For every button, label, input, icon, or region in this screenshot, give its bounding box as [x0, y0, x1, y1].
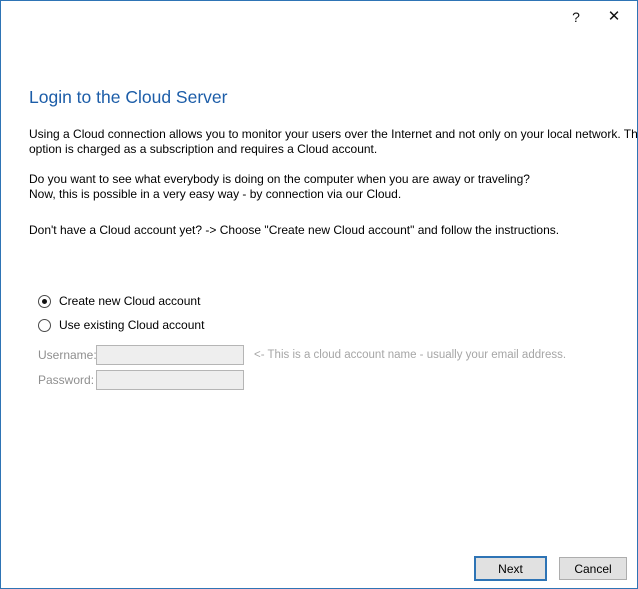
paragraph-monitoring: Do you want to see what everybody is doi… — [29, 172, 638, 202]
radio-label: Create new Cloud account — [59, 294, 200, 308]
titlebar[interactable]: ? ✕ — [1, 1, 637, 31]
radio-unselected-icon — [38, 319, 51, 332]
text-line: Do you want to see what everybody is doi… — [29, 172, 638, 187]
paragraph-create-account-hint: Don't have a Cloud account yet? -> Choos… — [29, 223, 638, 238]
text-line: Now, this is possible in a very easy way… — [29, 187, 638, 202]
username-hint: <- This is a cloud account name - usuall… — [254, 349, 566, 361]
help-icon[interactable]: ? — [563, 6, 589, 28]
text-line: Don't have a Cloud account yet? -> Choos… — [29, 223, 638, 238]
username-label: Username: — [38, 348, 96, 362]
intro-text: Using a Cloud connection allows you to m… — [29, 127, 638, 238]
radio-use-existing-account[interactable]: Use existing Cloud account — [38, 318, 204, 332]
page-title: Login to the Cloud Server — [29, 87, 227, 108]
password-label: Password: — [38, 373, 96, 387]
text-line: Using a Cloud connection allows you to m… — [29, 127, 638, 142]
password-input — [96, 370, 244, 390]
radio-label: Use existing Cloud account — [59, 318, 204, 332]
password-row: Password: — [38, 370, 244, 390]
radio-create-new-account[interactable]: Create new Cloud account — [38, 294, 204, 308]
username-input — [96, 345, 244, 365]
account-option-group: Create new Cloud account Use existing Cl… — [38, 294, 204, 342]
next-button[interactable]: Next — [474, 556, 547, 581]
cloud-login-dialog: ? ✕ Login to the Cloud Server Using a Cl… — [0, 0, 638, 589]
username-row: Username: <- This is a cloud account nam… — [38, 345, 566, 365]
close-icon[interactable]: ✕ — [601, 6, 627, 28]
paragraph-cloud-connection: Using a Cloud connection allows you to m… — [29, 127, 638, 157]
text-line: option is charged as a subscription and … — [29, 142, 638, 157]
radio-selected-icon — [38, 295, 51, 308]
cancel-button[interactable]: Cancel — [559, 557, 627, 580]
